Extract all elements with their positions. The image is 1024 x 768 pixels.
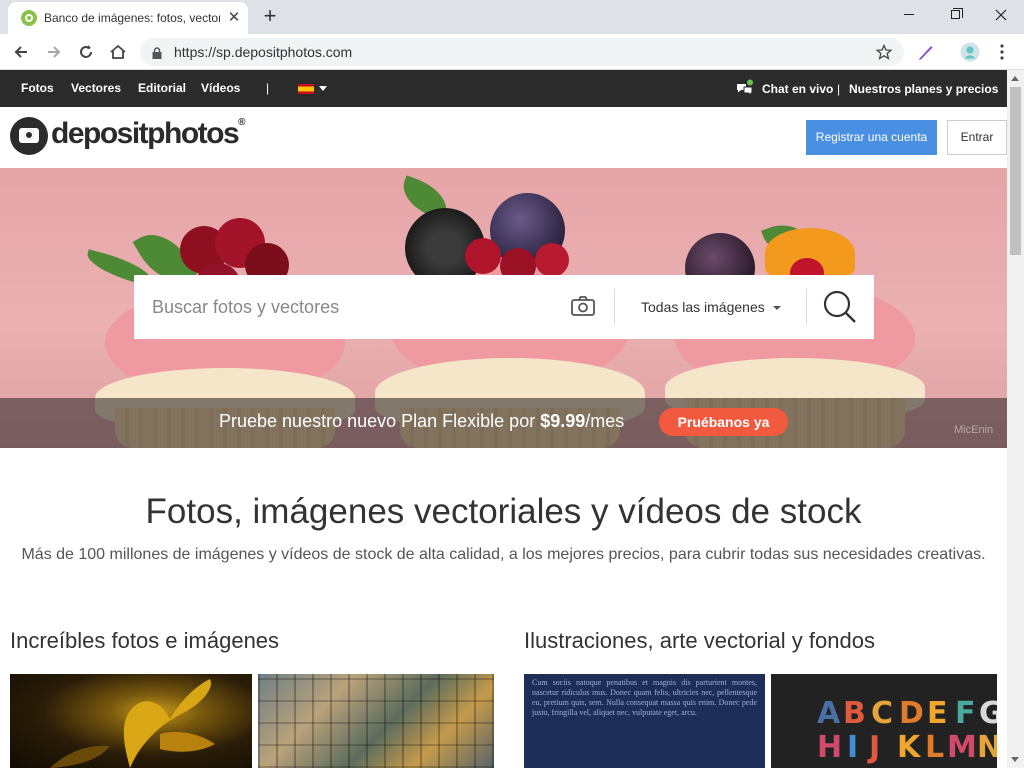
nav-link-vectores[interactable]: Vectores [71,81,121,95]
plans-pricing-link[interactable]: Nuestros planes y precios [849,82,998,96]
nav-separator-2: | [837,82,841,96]
main-title: Fotos, imágenes vectoriales y vídeos de … [145,492,862,531]
letter-i: I [847,730,859,765]
section-title-photos: Increíbles fotos e imágenes [10,628,280,653]
letter-m: M [947,730,977,765]
url-text: https://sp.depositphotos.com [174,44,353,60]
promo-prefix: Pruebe nuestro nuevo Plan Flexible por [219,411,541,431]
hero-search-box: Todas las imágenes [134,275,874,339]
search-icon[interactable] [822,289,858,330]
tab-close-icon[interactable]: ✕ [226,8,242,28]
login-button[interactable]: Entrar [947,120,1007,155]
reload-icon[interactable] [74,40,98,64]
nav-link-videos[interactable]: Vídeos [201,81,240,95]
window-maximize-icon[interactable] [932,0,978,30]
thumbnail-alphabet[interactable]: A B C D E F G H I J K L M N [771,674,997,768]
search-divider [614,289,615,325]
register-button[interactable]: Registrar una cuenta [806,120,937,155]
main-subtitle: Más de 100 millones de imágenes y vídeos… [21,546,986,563]
search-divider-2 [806,289,807,325]
tab-title: Banco de imágenes: fotos, vectores [44,11,220,25]
language-caret-down-icon[interactable] [319,86,327,91]
logo-text: depositphotos [51,117,240,150]
browser-toolbar: https://sp.depositphotos.com [0,34,1024,70]
page-scrollbar[interactable] [1007,70,1024,768]
browser-tabstrip: Banco de imágenes: fotos, vectores ✕ + [0,0,1024,34]
scroll-up-arrow-icon[interactable] [1007,70,1024,87]
hero-banner: Todas las imágenes Pruebe nuestro nuevo … [0,168,1007,448]
letter-h: H [817,730,843,765]
letter-d: D [899,696,924,731]
lock-icon [152,46,162,64]
profile-icon[interactable] [958,40,982,64]
forward-icon[interactable] [42,40,66,64]
try-us-button[interactable]: Pruébanos ya [659,408,788,436]
search-input[interactable] [152,293,552,321]
thumbnail-flower[interactable] [10,674,252,768]
filter-caret-down-icon[interactable] [773,306,781,310]
favicon-icon [21,10,37,26]
promo-text: Pruebe nuestro nuevo Plan Flexible por $… [219,411,624,432]
address-bar[interactable]: https://sp.depositphotos.com [140,38,904,66]
nav-link-editorial[interactable]: Editorial [138,81,186,95]
live-chat-link[interactable]: Chat en vivo [762,82,833,96]
back-icon[interactable] [9,40,33,64]
window-close-icon[interactable] [978,0,1024,30]
letter-c: C [871,696,894,731]
letter-e: E [927,696,948,731]
logo-registered-mark: ® [238,117,246,128]
letter-k: K [897,730,921,765]
window-minimize-icon[interactable] [886,0,932,30]
letter-f: F [955,696,976,731]
home-icon[interactable] [106,40,130,64]
letter-b: B [843,696,866,731]
logo[interactable]: depositphotos® [51,117,246,151]
promo-price: $9.99 [540,411,586,431]
letter-a: A [817,696,841,731]
letter-j: J [869,730,881,765]
letter-n: N [977,730,997,765]
scroll-down-arrow-icon[interactable] [1007,751,1024,768]
thumbnail-city-aerial[interactable] [258,674,494,768]
promo-bar: Pruebe nuestro nuevo Plan Flexible por $… [0,398,1007,448]
letter-l: L [925,730,945,765]
camera-search-icon[interactable] [571,295,595,322]
thumbnail-text-layout[interactable]: Cum sociis natoque penatibus et magnis d… [524,674,765,768]
bookmark-star-icon[interactable] [874,42,894,62]
chat-icon[interactable] [735,79,755,102]
scrollbar-thumb[interactable] [1010,87,1021,255]
image-credit: MicEnin [954,424,994,436]
new-tab-plus-icon[interactable]: + [258,5,282,29]
letter-g: G [979,696,997,731]
promo-suffix: /mes [585,411,625,431]
browser-tab[interactable]: Banco de imágenes: fotos, vectores ✕ [8,2,248,34]
site-header: depositphotos® Registrar una cuenta Entr… [0,107,1007,168]
nav-link-fotos[interactable]: Fotos [21,81,54,95]
nav-separator: | [266,81,270,95]
image-type-filter[interactable]: Todas las imágenes [641,299,765,315]
menu-icon[interactable] [990,40,1014,64]
site-top-nav: Fotos Vectores Editorial Vídeos | Chat e… [0,70,1007,107]
extension-icon[interactable] [914,40,938,64]
section-title-vectors: Ilustraciones, arte vectorial y fondos [524,628,875,653]
language-flag-icon[interactable] [298,84,314,94]
logo-camera-icon[interactable] [10,117,48,155]
